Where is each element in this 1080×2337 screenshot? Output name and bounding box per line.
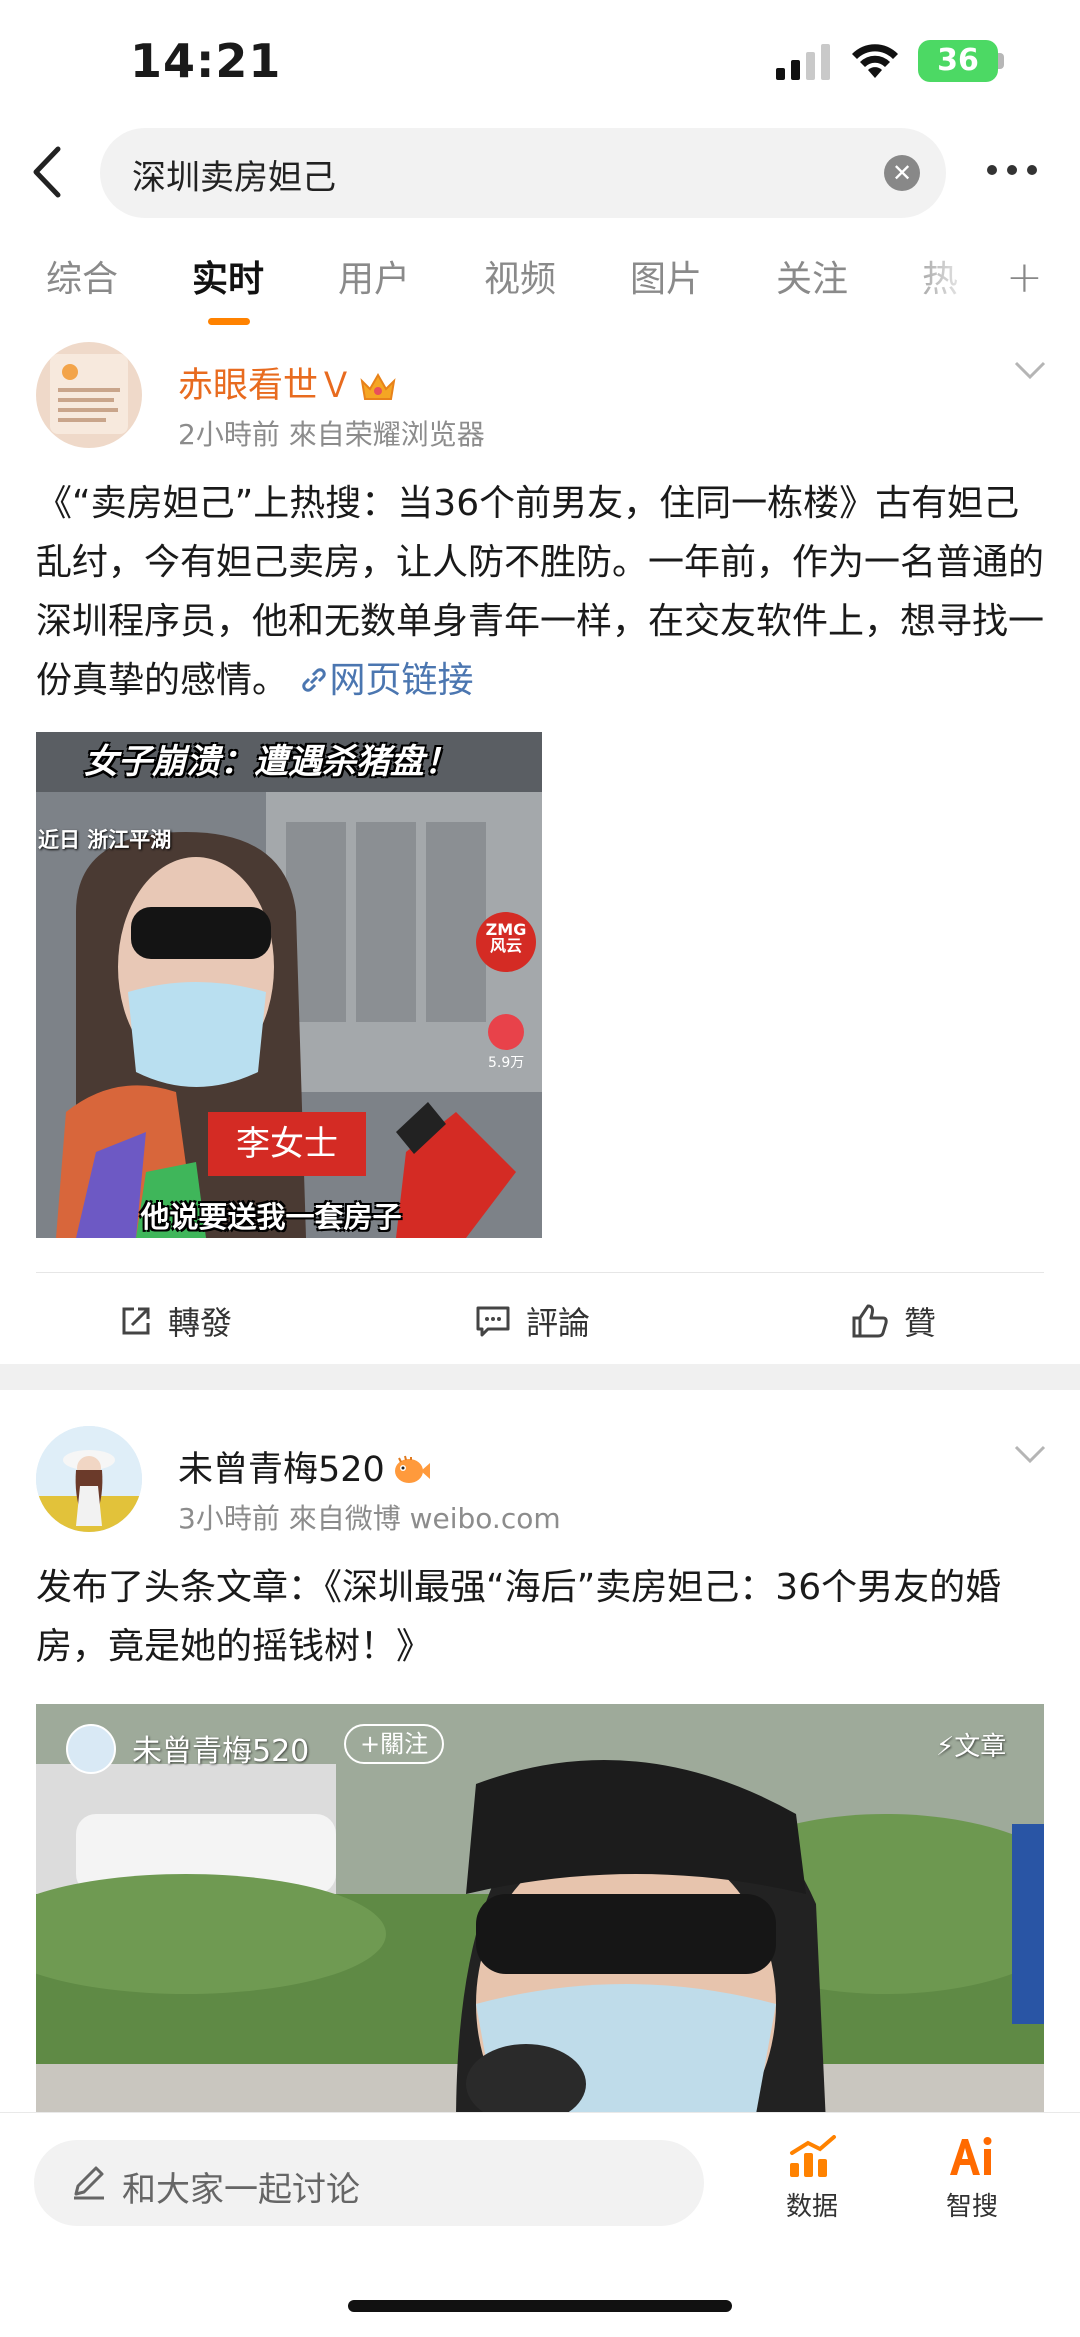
more-horizontal-icon[interactable] bbox=[982, 150, 1042, 190]
article-label: ⚡文章 bbox=[936, 1732, 1007, 1762]
post-meta: 2小時前 來自荣耀浏览器 bbox=[178, 418, 485, 451]
tab-realtime[interactable]: 实时 bbox=[192, 250, 264, 302]
web-link[interactable]: 网页链接 bbox=[288, 660, 473, 701]
username-text: 赤眼看世Ｖ bbox=[178, 366, 354, 406]
discussion-input[interactable]: 和大家一起讨论 bbox=[34, 2140, 704, 2226]
post-body: 《“卖房妲己”上热搜：当36个前男友，住同一栋楼》古有妲己乱纣，今有妲己卖房，让… bbox=[36, 483, 1045, 701]
pufferfish-badge-icon bbox=[394, 1455, 430, 1483]
repost-button[interactable]: 轉發 bbox=[118, 1296, 232, 1346]
image-caption: 他说要送我一套房子 bbox=[140, 1200, 402, 1234]
cellular-signal-icon bbox=[776, 44, 830, 80]
image-name-badge: 李女士 bbox=[208, 1112, 366, 1176]
web-link-label: 网页链接 bbox=[329, 660, 474, 701]
thumbs-up-icon bbox=[852, 1304, 888, 1338]
data-label: 数据 bbox=[785, 2192, 838, 2222]
tab-following[interactable]: 关注 bbox=[776, 250, 848, 302]
back-button[interactable] bbox=[22, 142, 72, 202]
status-bar: 14:21 36 bbox=[0, 0, 1080, 120]
post-action-bar: 轉發 評論 贊 bbox=[0, 1274, 1080, 1370]
data-chart-icon bbox=[790, 2135, 836, 2177]
close-icon[interactable]: ✕ bbox=[884, 155, 920, 191]
comment-icon bbox=[476, 1306, 510, 1337]
avatar[interactable] bbox=[36, 342, 142, 448]
image-title: 女子崩溃：遭遇杀猪盘！ bbox=[84, 742, 458, 782]
zmg-logo: ZMG 风云 bbox=[476, 912, 536, 972]
chevron-left-icon bbox=[33, 146, 61, 198]
post-username[interactable]: 未曾青梅520 bbox=[178, 1441, 431, 1492]
avatar[interactable] bbox=[36, 1426, 142, 1532]
tab-comprehensive[interactable]: 综合 bbox=[46, 250, 118, 302]
wifi-icon bbox=[852, 44, 898, 78]
crown-badge-icon bbox=[360, 372, 396, 400]
search-query: 深圳卖房妲己 bbox=[132, 158, 336, 198]
pencil-icon bbox=[74, 2166, 104, 2200]
article-media[interactable]: 未曾青梅520 +關注 ⚡文章 bbox=[36, 1704, 1044, 2124]
divider bbox=[36, 1272, 1044, 1273]
home-indicator bbox=[348, 2300, 732, 2312]
article-author[interactable]: 未曾青梅520 bbox=[132, 1726, 309, 1770]
comment-button[interactable]: 評論 bbox=[474, 1296, 590, 1346]
search-input[interactable]: 深圳卖房妲己 ✕ bbox=[100, 128, 946, 218]
tab-video[interactable]: 视频 bbox=[484, 250, 556, 302]
follow-button[interactable]: +關注 bbox=[344, 1724, 445, 1764]
username-text: 未曾青梅520 bbox=[178, 1450, 385, 1490]
ai-search-label: 智搜 bbox=[945, 2192, 998, 2222]
add-tab-icon[interactable]: + bbox=[1006, 252, 1043, 303]
battery-cap bbox=[998, 53, 1004, 69]
image-location: 近日 浙江平湖 bbox=[38, 828, 172, 852]
active-tab-indicator bbox=[208, 318, 250, 325]
tab-fade bbox=[900, 250, 1010, 310]
chevron-down-icon[interactable] bbox=[1010, 1439, 1050, 1469]
battery-indicator: 36 bbox=[918, 40, 998, 82]
discussion-placeholder: 和大家一起讨论 bbox=[122, 2170, 360, 2210]
post-meta: 3小時前 來自微博 weibo.com bbox=[178, 1502, 561, 1535]
data-button[interactable]: 数据 bbox=[752, 2135, 872, 2223]
ai-search-icon bbox=[950, 2137, 992, 2175]
avatar[interactable] bbox=[66, 1724, 116, 1774]
post-text: 《“卖房妲己”上热搜：当36个前男友，住同一栋楼》古有妲己乱纣，今有妲己卖房，让… bbox=[36, 474, 1046, 710]
tab-images[interactable]: 图片 bbox=[630, 250, 702, 302]
like-label: 贊 bbox=[904, 1304, 937, 1342]
status-time: 14:21 bbox=[130, 34, 282, 88]
tab-users[interactable]: 用户 bbox=[338, 250, 410, 302]
post-text: 发布了头条文章：《深圳最强“海后”卖房妲己：36个男友的婚房，竟是她的摇钱树！》 bbox=[36, 1567, 1002, 1667]
comment-label: 評論 bbox=[526, 1304, 591, 1342]
link-icon bbox=[302, 668, 327, 692]
image-like-count: 5.9万 bbox=[488, 1055, 525, 1071]
like-button[interactable]: 贊 bbox=[850, 1296, 936, 1346]
post-username[interactable]: 赤眼看世Ｖ bbox=[178, 357, 397, 408]
section-separator bbox=[0, 1364, 1080, 1390]
post-image[interactable]: 女子崩溃：遭遇杀猪盘！ 近日 浙江平湖 ZMG 风云 5.9万 李女士 他说要送… bbox=[36, 732, 542, 1238]
share-icon bbox=[122, 1307, 150, 1335]
ai-search-button[interactable]: 智搜 bbox=[912, 2135, 1032, 2223]
chevron-down-icon[interactable] bbox=[1010, 355, 1050, 385]
repost-label: 轉發 bbox=[168, 1304, 233, 1342]
